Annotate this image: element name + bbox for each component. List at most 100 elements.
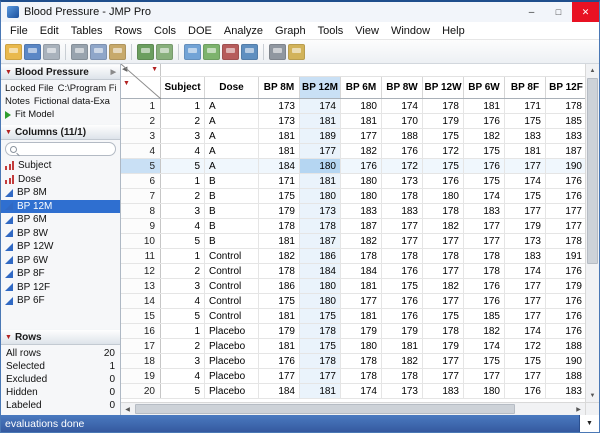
cell[interactable]: 180 (341, 339, 382, 353)
column-header-subject[interactable]: Subject (161, 77, 205, 98)
cell[interactable]: 2 (161, 114, 205, 128)
cell[interactable]: 177 (382, 234, 423, 248)
cell[interactable]: 177 (300, 144, 341, 158)
cell[interactable]: 188 (546, 369, 585, 383)
cell[interactable]: 185 (546, 114, 585, 128)
cell[interactable]: 178 (341, 354, 382, 368)
cell[interactable]: 178 (300, 219, 341, 233)
tools-icon[interactable] (269, 44, 286, 60)
row-number[interactable]: 5 (121, 159, 161, 173)
cell[interactable]: 181 (341, 309, 382, 323)
minimize-button[interactable]: – (518, 2, 545, 22)
cell[interactable]: B (205, 204, 259, 218)
cell[interactable]: 174 (382, 99, 423, 113)
vertical-scroll-thumb[interactable] (587, 78, 598, 264)
red-triangle-menu-icon[interactable]: ▼ (5, 334, 12, 341)
cell[interactable]: Placebo (205, 324, 259, 338)
cell[interactable]: 4 (161, 219, 205, 233)
cell[interactable]: 180 (300, 159, 341, 173)
cell[interactable]: 183 (546, 384, 585, 398)
column-header-bp-8w[interactable]: BP 8W (382, 77, 423, 98)
cell[interactable]: 181 (300, 114, 341, 128)
cell[interactable]: 187 (300, 234, 341, 248)
cell[interactable]: 173 (505, 234, 546, 248)
cell[interactable]: 171 (259, 174, 300, 188)
row-number[interactable]: 6 (121, 174, 161, 188)
cell[interactable]: 178 (423, 324, 464, 338)
cell[interactable]: 177 (423, 234, 464, 248)
cell[interactable]: 176 (546, 294, 585, 308)
cell[interactable]: 182 (464, 129, 505, 143)
row-number[interactable]: 10 (121, 234, 161, 248)
row-number[interactable]: 14 (121, 294, 161, 308)
cell[interactable]: Control (205, 249, 259, 263)
cell[interactable]: 177 (505, 204, 546, 218)
cell[interactable]: 180 (300, 294, 341, 308)
cell[interactable]: 179 (259, 204, 300, 218)
cell[interactable]: 172 (505, 339, 546, 353)
cell[interactable]: 178 (546, 234, 585, 248)
cell[interactable]: 178 (300, 354, 341, 368)
cell[interactable]: 182 (259, 249, 300, 263)
menu-graph[interactable]: Graph (269, 25, 312, 37)
cell[interactable]: 181 (259, 144, 300, 158)
cell[interactable]: 177 (464, 369, 505, 383)
cell[interactable]: 186 (300, 249, 341, 263)
cell[interactable]: 171 (505, 99, 546, 113)
row-number[interactable]: 2 (121, 114, 161, 128)
cell[interactable]: 175 (300, 309, 341, 323)
column-item-dose[interactable]: Dose (1, 173, 120, 187)
cell[interactable]: Control (205, 309, 259, 323)
cell[interactable]: 174 (464, 189, 505, 203)
cell[interactable]: 175 (505, 354, 546, 368)
red-triangle-menu-icon[interactable]: ▼ (5, 129, 12, 136)
row-number[interactable]: 8 (121, 204, 161, 218)
scroll-left-icon[interactable]: ◀ (121, 403, 134, 415)
row-number[interactable]: 4 (121, 144, 161, 158)
row-number[interactable]: 1 (121, 99, 161, 113)
cell[interactable]: 177 (423, 354, 464, 368)
cell[interactable]: 183 (464, 204, 505, 218)
menu-help[interactable]: Help (436, 25, 471, 37)
cell[interactable]: 178 (423, 249, 464, 263)
horizontal-scroll-thumb[interactable] (135, 404, 515, 414)
cell[interactable]: 183 (505, 249, 546, 263)
cell[interactable]: 176 (382, 264, 423, 278)
row-number[interactable]: 17 (121, 339, 161, 353)
cell[interactable]: 183 (423, 384, 464, 398)
cell[interactable]: 180 (341, 174, 382, 188)
column-item-bp-8w[interactable]: BP 8W (1, 227, 120, 241)
cell[interactable]: 172 (382, 159, 423, 173)
cut-icon[interactable] (71, 44, 88, 60)
cell[interactable]: 177 (382, 219, 423, 233)
cell[interactable]: 178 (464, 264, 505, 278)
row-number[interactable]: 11 (121, 249, 161, 263)
cell[interactable]: 178 (382, 189, 423, 203)
cell[interactable]: 173 (382, 174, 423, 188)
cell[interactable]: 179 (423, 339, 464, 353)
cell[interactable]: Placebo (205, 384, 259, 398)
cell[interactable]: 174 (464, 339, 505, 353)
column-header-bp-12w[interactable]: BP 12W (423, 77, 464, 98)
cell[interactable]: 177 (423, 294, 464, 308)
cell[interactable]: Placebo (205, 339, 259, 353)
cell[interactable]: 2 (161, 189, 205, 203)
cell[interactable]: 179 (259, 324, 300, 338)
cell[interactable]: 190 (546, 354, 585, 368)
cell[interactable]: 179 (341, 324, 382, 338)
cell[interactable]: 170 (382, 114, 423, 128)
cell[interactable]: A (205, 99, 259, 113)
cell[interactable]: 177 (505, 369, 546, 383)
cell[interactable]: 4 (161, 294, 205, 308)
column-item-bp-6f[interactable]: BP 6F (1, 294, 120, 308)
column-item-bp-12w[interactable]: BP 12W (1, 240, 120, 254)
table-red-triangle-menu-icon[interactable]: ▼ (151, 66, 158, 73)
cell[interactable]: 177 (423, 264, 464, 278)
cell[interactable]: 1 (161, 249, 205, 263)
cell[interactable]: 178 (341, 249, 382, 263)
graph-icon[interactable] (241, 44, 258, 60)
row-number[interactable]: 20 (121, 384, 161, 398)
cell[interactable]: 176 (259, 354, 300, 368)
cell[interactable]: 3 (161, 129, 205, 143)
row-number[interactable]: 7 (121, 189, 161, 203)
